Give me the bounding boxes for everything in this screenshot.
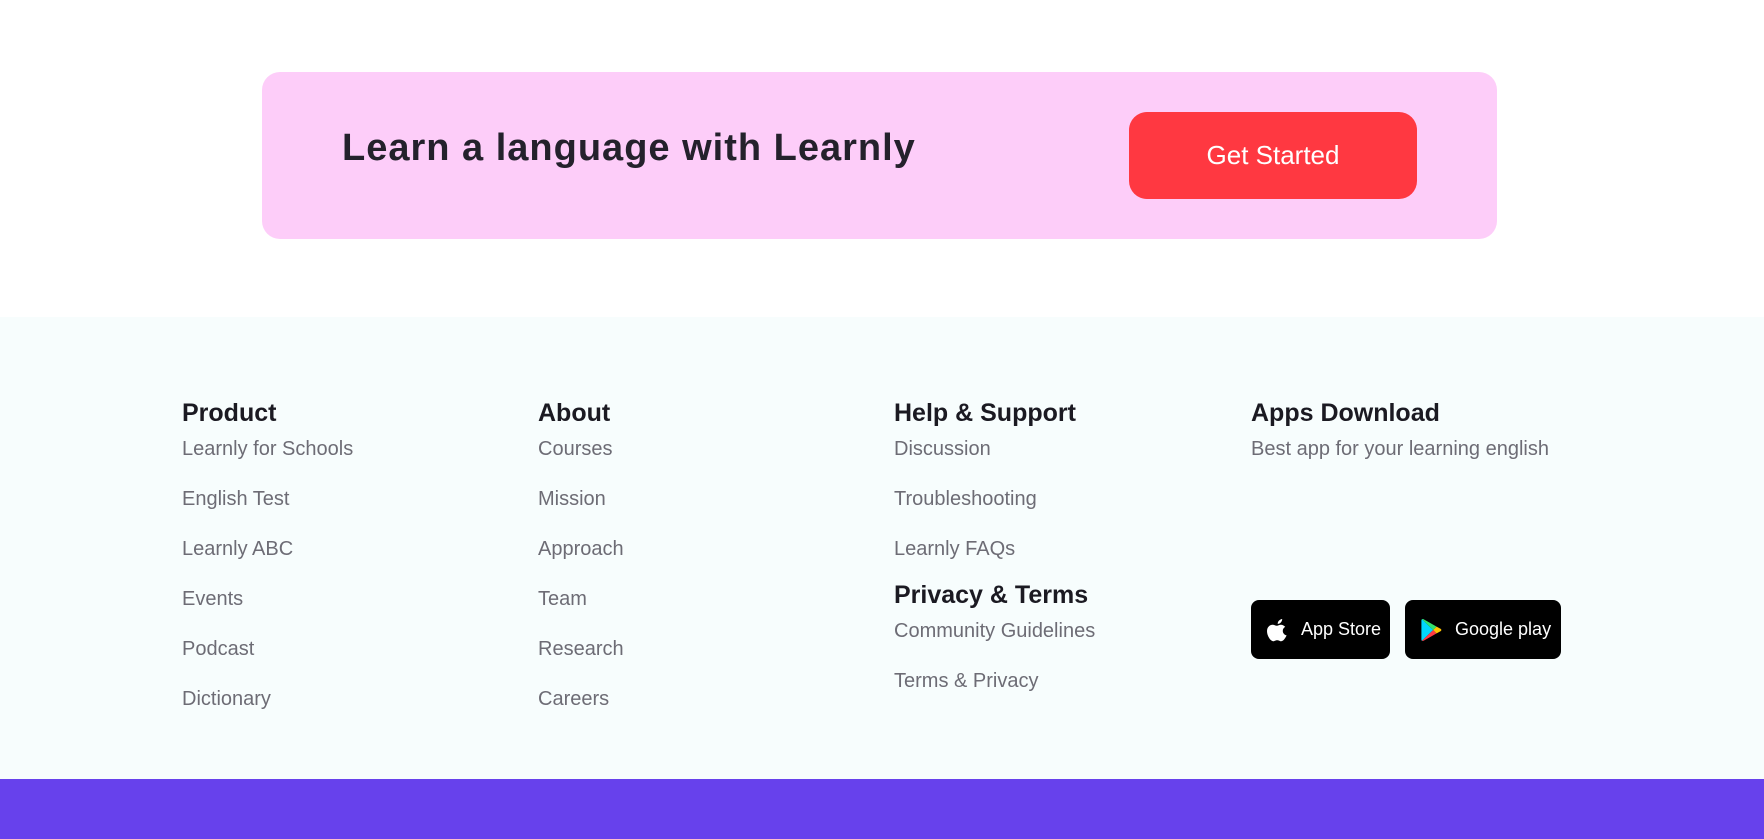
footer-link[interactable]: English Test — [182, 485, 353, 535]
footer-link[interactable]: Mission — [538, 485, 624, 535]
footer-link[interactable]: Podcast — [182, 635, 353, 685]
app-store-button[interactable]: App Store — [1251, 600, 1390, 659]
footer-link[interactable]: Approach — [538, 535, 624, 585]
footer-link[interactable]: Learnly FAQs — [894, 535, 1095, 585]
footer-link[interactable]: Events — [182, 585, 353, 635]
page: Learn a language with Learnly Get Starte… — [0, 0, 1764, 839]
get-started-button[interactable]: Get Started — [1129, 112, 1417, 199]
footer-link[interactable]: Team — [538, 585, 624, 635]
footer-column-apps: Apps Download Best app for your learning… — [1251, 397, 1651, 697]
google-play-icon — [1419, 617, 1445, 643]
bottom-bar — [0, 779, 1764, 839]
footer-link[interactable]: Courses — [538, 435, 624, 485]
footer-column-product: Product Learnly for Schools English Test… — [182, 397, 353, 735]
app-store-label: App Store — [1301, 619, 1382, 639]
apple-icon — [1265, 617, 1291, 643]
footer-link[interactable]: Troubleshooting — [894, 485, 1095, 535]
footer-column-about: About Courses Mission Approach Team Rese… — [538, 397, 624, 735]
cta-title: Learn a language with Learnly — [342, 127, 916, 169]
footer-links-about: Courses Mission Approach Team Research C… — [538, 435, 624, 735]
footer-link[interactable]: Community Guidelines — [894, 617, 1095, 667]
google-play-label: Google play — [1455, 619, 1552, 639]
footer-heading-privacy: Privacy & Terms — [894, 581, 1089, 609]
footer: Product Learnly for Schools English Test… — [0, 317, 1764, 779]
footer-link[interactable]: Learnly for Schools — [182, 435, 353, 485]
footer-link[interactable]: Dictionary — [182, 685, 353, 735]
footer-links-product: Learnly for Schools English Test Learnly… — [182, 435, 353, 735]
footer-link[interactable]: Research — [538, 635, 624, 685]
google-play-button[interactable]: Google play — [1405, 600, 1561, 659]
cta-banner: Learn a language with Learnly Get Starte… — [262, 72, 1497, 239]
footer-heading-apps: Apps Download — [1251, 399, 1440, 427]
footer-column-help: Help & Support Discussion Troubleshootin… — [894, 397, 1095, 717]
footer-links-privacy: Community Guidelines Terms & Privacy — [894, 617, 1095, 717]
footer-link[interactable]: Careers — [538, 685, 624, 735]
footer-links-help: Discussion Troubleshooting Learnly FAQs — [894, 435, 1095, 585]
footer-link[interactable]: Discussion — [894, 435, 1095, 485]
apps-description: Best app for your learning english — [1251, 438, 1549, 460]
footer-link[interactable]: Learnly ABC — [182, 535, 353, 585]
footer-heading-product: Product — [182, 399, 277, 427]
footer-link[interactable]: Terms & Privacy — [894, 667, 1095, 717]
footer-heading-help: Help & Support — [894, 399, 1076, 427]
footer-heading-about: About — [538, 399, 611, 427]
